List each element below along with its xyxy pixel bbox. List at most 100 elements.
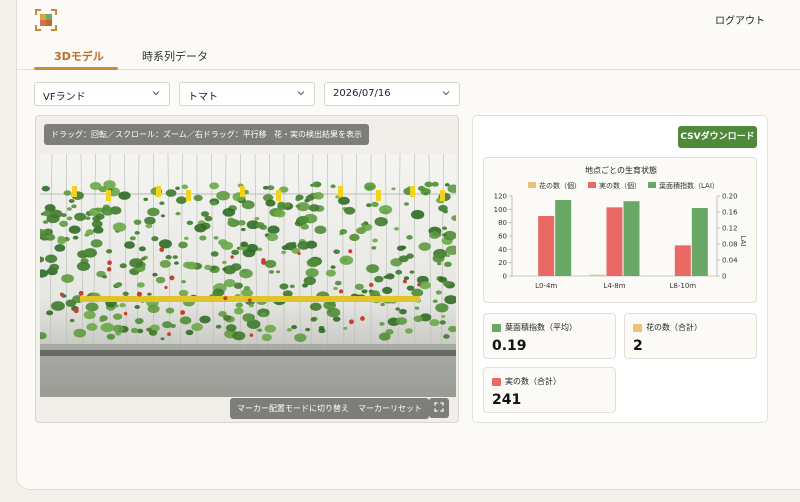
leaf-mark <box>129 236 136 241</box>
leaf-mark <box>181 280 187 284</box>
leaf-mark <box>134 317 144 325</box>
right-tick-label: 0.12 <box>722 225 738 233</box>
leaf-mark <box>183 236 189 240</box>
leaf-mark <box>414 306 420 310</box>
tab-3d-model[interactable]: 3Dモデル <box>54 48 104 64</box>
leaf-mark <box>399 308 407 315</box>
leaf-mark <box>138 246 146 252</box>
leaf-mark <box>334 280 342 286</box>
marker-mode-button[interactable]: マーカー配置モードに切り替え <box>230 398 356 419</box>
leaf-mark <box>444 261 452 267</box>
leaf-mark <box>441 226 448 231</box>
marker-reset-button[interactable]: マーカーリセット <box>351 398 429 419</box>
stat-label: 葉面積指数（平均） <box>505 323 577 332</box>
leaf-mark <box>114 304 119 308</box>
sticky-trap-tag <box>240 186 245 197</box>
leaf-mark <box>374 217 388 227</box>
leaf-mark <box>364 182 376 191</box>
leaf-mark <box>391 187 396 191</box>
leaf-mark <box>325 269 336 277</box>
leaf-mark <box>405 328 413 334</box>
leaf-mark <box>268 270 275 274</box>
leaf-mark <box>379 322 385 326</box>
tab-time-series[interactable]: 時系列データ <box>142 48 208 64</box>
fullscreen-button[interactable] <box>429 398 449 418</box>
crop-select[interactable]: トマト <box>179 82 315 106</box>
leaf-mark <box>291 241 297 246</box>
leaf-mark <box>289 284 295 289</box>
leaf-mark <box>360 222 366 227</box>
leaf-mark <box>223 279 236 288</box>
leaf-mark <box>172 255 178 259</box>
logout-link[interactable]: ログアウト <box>715 12 765 27</box>
leaf-mark <box>119 303 126 308</box>
leaf-mark <box>85 216 91 220</box>
3d-viewer[interactable]: ドラッグ：回転／スクロール：ズーム／右ドラッグ：平行移動 花・実の検出結果を表示… <box>35 115 459 423</box>
leaf-mark <box>68 225 81 234</box>
tomato-mark <box>167 332 171 337</box>
farm-select[interactable]: VFランド <box>34 82 170 106</box>
leaf-mark <box>71 204 77 209</box>
leaf-mark <box>112 313 123 320</box>
leaf-mark <box>274 209 286 218</box>
sticky-trap-tag <box>276 190 281 201</box>
leaf-mark <box>235 302 244 308</box>
leaf-mark <box>159 259 171 268</box>
leaf-mark <box>134 305 141 309</box>
leaf-mark <box>442 233 447 237</box>
leaf-mark <box>275 270 281 274</box>
leaf-mark <box>173 261 179 265</box>
leaf-mark <box>74 212 87 222</box>
leaf-mark <box>45 234 51 239</box>
leaf-mark <box>330 184 336 189</box>
leaf-mark <box>243 285 251 291</box>
leaf-mark <box>162 321 173 329</box>
leaf-mark <box>152 272 158 277</box>
fruits-swatch <box>492 377 501 386</box>
leaf-mark <box>318 328 326 334</box>
leaf-mark <box>160 337 165 341</box>
tomato-mark <box>230 255 234 259</box>
leaf-mark <box>356 227 367 235</box>
leaf-mark <box>312 181 322 188</box>
csv-download-button[interactable]: CSVダウンロード <box>678 126 757 148</box>
date-select[interactable]: 2026/07/16 <box>324 82 460 106</box>
crop-select-value: トマト <box>188 92 218 103</box>
show-detections-button[interactable]: 花・実の検出結果を表示 <box>267 124 369 145</box>
leaf-mark <box>264 324 276 333</box>
bar-lai <box>555 200 572 276</box>
leaf-mark <box>308 204 320 212</box>
leaf-mark <box>159 201 165 205</box>
tab-bar: 3Dモデル 時系列データ <box>17 40 800 70</box>
left-tick-label: 40 <box>498 246 507 254</box>
leaf-mark <box>57 235 65 242</box>
leaf-mark <box>441 315 446 318</box>
tomato-mark <box>339 289 344 294</box>
tomato-mark <box>369 282 374 288</box>
leaf-mark <box>186 220 194 226</box>
leaf-mark <box>435 303 449 313</box>
leaf-mark <box>222 267 227 271</box>
legend-swatch <box>528 182 536 188</box>
leaf-mark <box>240 241 248 247</box>
tomato-mark <box>402 279 407 284</box>
x-tick-label: L4-8m <box>603 282 625 290</box>
leaf-mark <box>281 250 287 255</box>
leaf-mark <box>85 229 95 236</box>
leaf-mark <box>65 299 77 307</box>
growth-chart-card: 地点ごとの生育状態 花の数（個） 実の数（個） 葉面積指数（LAI） 0 20 40 60… <box>483 157 757 303</box>
leaf-mark <box>216 192 222 197</box>
leaf-mark <box>147 292 152 296</box>
plant-3d-model[interactable] <box>40 154 456 397</box>
leaf-mark <box>45 254 58 263</box>
leaf-mark <box>436 262 442 266</box>
sticky-trap-tag <box>72 186 77 197</box>
leaf-mark <box>185 329 194 336</box>
leaf-mark <box>95 213 105 220</box>
legend-label: 葉面積指数（LAI） <box>659 181 719 190</box>
left-tick-label: 120 <box>494 193 507 201</box>
bar-lai <box>623 201 640 276</box>
leaf-mark <box>323 300 337 310</box>
leaf-mark <box>239 268 253 279</box>
active-tab-indicator <box>34 67 118 70</box>
